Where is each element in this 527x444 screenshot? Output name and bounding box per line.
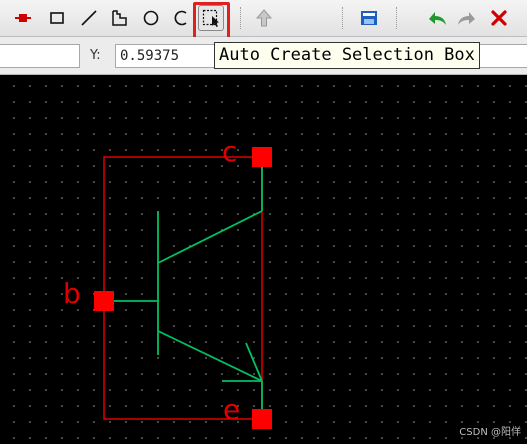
arc-icon xyxy=(171,8,191,28)
up-arrow-icon xyxy=(254,8,274,28)
watermark: CSDN @阳佯 xyxy=(459,427,521,438)
up-button[interactable] xyxy=(251,5,277,31)
polygon-tool-button[interactable] xyxy=(106,5,132,31)
line-icon xyxy=(79,8,99,28)
emitter-line xyxy=(157,330,263,382)
toolbar xyxy=(0,0,527,41)
delete-button[interactable] xyxy=(486,5,512,31)
pin-label-c: c xyxy=(222,135,237,168)
delete-icon xyxy=(489,8,509,28)
circle-icon xyxy=(141,8,161,28)
y-label: Y: xyxy=(90,48,101,63)
x-coordinate-field[interactable] xyxy=(0,44,80,68)
pin-b[interactable] xyxy=(94,291,114,311)
undo-button[interactable] xyxy=(424,5,450,31)
symbol-editor-window: Y: 0.59375 e Auto Create Selection Box c… xyxy=(0,0,527,444)
rectangle-tool-button[interactable] xyxy=(44,5,70,31)
selected-tool-highlight xyxy=(193,2,230,41)
pin-icon xyxy=(13,8,33,28)
toolbar-separator xyxy=(396,7,397,29)
selection-box-outline xyxy=(103,156,263,420)
undo-icon xyxy=(426,8,448,28)
pin-tool-button[interactable] xyxy=(10,5,36,31)
toolbar-separator xyxy=(240,7,241,29)
line-tool-button[interactable] xyxy=(76,5,102,31)
polygon-icon xyxy=(109,8,129,28)
symbol-drawing: c b e xyxy=(63,135,272,429)
y-coordinate-field[interactable]: 0.59375 xyxy=(115,44,215,68)
pin-label-b: b xyxy=(63,277,81,310)
tooltip: Auto Create Selection Box xyxy=(214,42,480,69)
redo-icon xyxy=(456,8,478,28)
save-icon xyxy=(359,8,379,28)
circle-tool-button[interactable] xyxy=(138,5,164,31)
pin-label-e: e xyxy=(223,393,240,426)
arc-tool-button[interactable] xyxy=(168,5,194,31)
rectangle-icon xyxy=(47,8,67,28)
collector-line xyxy=(157,210,263,264)
pin-e[interactable] xyxy=(252,409,272,429)
redo-button[interactable] xyxy=(454,5,480,31)
drawing-canvas[interactable]: c b e CSDN @阳佯 xyxy=(0,75,527,444)
save-button[interactable] xyxy=(356,5,382,31)
toolbar-separator xyxy=(342,7,343,29)
pin-c[interactable] xyxy=(252,147,272,167)
